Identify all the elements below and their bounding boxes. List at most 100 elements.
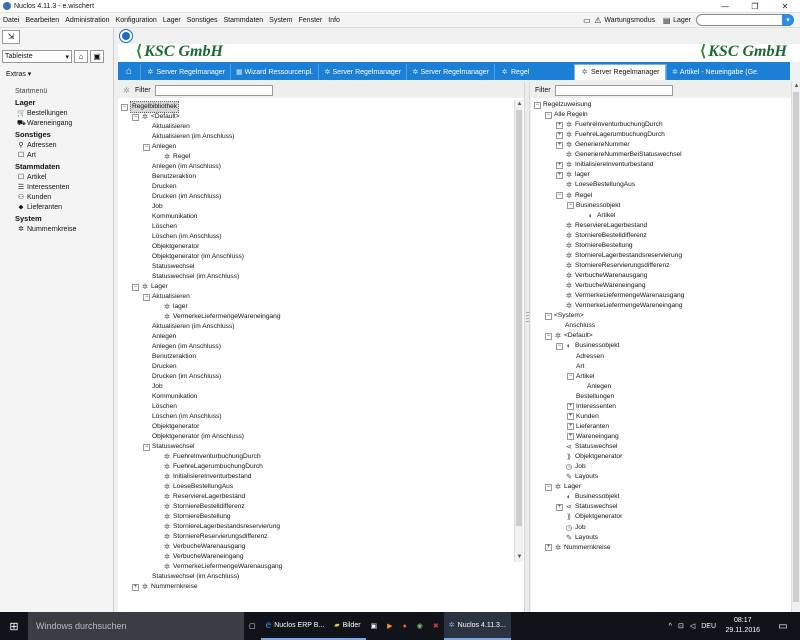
tab-4[interactable]: ✲ Regel bbox=[494, 64, 574, 80]
volume-icon[interactable]: ◁ bbox=[690, 622, 695, 630]
expand-icon[interactable]: + bbox=[556, 121, 563, 129]
tree-node[interactable]: + Kunden bbox=[567, 412, 599, 422]
collapse-icon[interactable]: − bbox=[143, 443, 150, 451]
tree-node[interactable]: Objektgenerator (im Anschluss) bbox=[143, 432, 244, 442]
tree-node[interactable]: − Businessobjekt bbox=[567, 201, 620, 211]
tree-node[interactable]: Bestellungen bbox=[567, 392, 614, 402]
task-view-button[interactable]: ▢ bbox=[244, 612, 261, 640]
tree-node[interactable]: − ✲ <Default> bbox=[132, 112, 180, 122]
tree-node[interactable]: ⟫ Objektgenerator bbox=[556, 452, 622, 462]
tree-node[interactable]: Benutzeraktion bbox=[143, 172, 196, 182]
network-icon[interactable]: ⊡ bbox=[678, 622, 684, 630]
tree-node[interactable]: − ✲ <Default> bbox=[545, 331, 593, 341]
tree-node[interactable]: − <System> bbox=[545, 311, 584, 321]
menu-system[interactable]: System bbox=[266, 17, 295, 24]
tree-node[interactable]: − ✲ Lager bbox=[545, 482, 581, 492]
home-tab-button[interactable]: ⌂ bbox=[118, 62, 140, 80]
tree-node[interactable]: Drucken bbox=[143, 362, 177, 372]
expand-icon[interactable]: + bbox=[567, 423, 574, 431]
tree-node[interactable]: + ✲ lager bbox=[556, 170, 590, 180]
maintenance-toggle[interactable]: ▭ ⚠ Wartungsmodus bbox=[580, 16, 657, 25]
rule-assignment-filter-input[interactable] bbox=[554, 84, 673, 96]
tree-node[interactable]: ✲ FuehreLagerumbuchungDurch bbox=[154, 462, 263, 472]
tree-node[interactable]: Benutzeraktion bbox=[143, 352, 196, 362]
warehouse-indicator[interactable]: ▤ Lager bbox=[660, 16, 693, 25]
windows-start-button[interactable]: ⊞ bbox=[0, 612, 28, 640]
tree-node[interactable]: − Regelbibliothek bbox=[121, 101, 180, 113]
tree-node[interactable]: Aktualisieren bbox=[143, 122, 190, 132]
panel-splitter[interactable] bbox=[524, 82, 530, 612]
scrollbar-thumb[interactable] bbox=[516, 110, 522, 526]
tree-node[interactable]: Löschen bbox=[143, 402, 177, 412]
menu-datei[interactable]: Datei bbox=[0, 17, 22, 24]
global-search-input[interactable]: ▾ bbox=[696, 14, 794, 26]
tab-6[interactable]: ✲ Artikel - Neueingabe (Ge... bbox=[666, 64, 758, 80]
tab-0[interactable]: ✲ Server Regelmanager bbox=[140, 64, 230, 80]
tree-node[interactable]: Anlegen (im Anschluss) bbox=[143, 342, 221, 352]
expand-icon[interactable]: + bbox=[556, 171, 563, 179]
collapse-icon[interactable]: − bbox=[556, 192, 563, 200]
collapse-icon[interactable]: − bbox=[143, 143, 150, 151]
tree-node[interactable]: Löschen bbox=[143, 222, 177, 232]
tab-5[interactable]: ✲ Server Regelmanager bbox=[574, 64, 666, 80]
scroll-up-icon[interactable]: ▲ bbox=[515, 100, 524, 109]
minimize-button[interactable]: — bbox=[710, 0, 740, 13]
collapse-icon[interactable]: − bbox=[545, 332, 552, 340]
taskbar-app-bilder[interactable]: ▰ Bilder bbox=[329, 612, 366, 640]
tree-node[interactable]: ✲ GeneriereNummerBeiStatuswechsel bbox=[556, 150, 682, 160]
tree-node[interactable]: ◐ Artikel bbox=[578, 211, 616, 221]
taskbar-app-nuclos-erp[interactable]: e Nuclos ERP B... bbox=[260, 612, 330, 640]
tree-node[interactable]: + ✲ GeneriereNummer bbox=[556, 140, 630, 150]
nuclos-window-icon[interactable] bbox=[120, 30, 132, 42]
tree-node[interactable]: + ✲ FuehreInventurbuchungDurch bbox=[556, 120, 663, 130]
expand-icon[interactable]: + bbox=[556, 131, 563, 139]
tree-node[interactable]: + ✲ FuehreLagerumbuchungDurch bbox=[556, 130, 665, 140]
menu-info[interactable]: Info bbox=[325, 17, 343, 24]
tree-node[interactable]: Job bbox=[143, 382, 163, 392]
scrollbar-thumb[interactable] bbox=[793, 92, 799, 602]
collapse-icon[interactable]: − bbox=[121, 103, 128, 111]
start-menu-item-wareneingang[interactable]: ⛟ Wareneingang bbox=[3, 118, 111, 128]
tree-node[interactable]: + ✲ InitialisiereInventurbestand bbox=[556, 160, 653, 170]
tree-node[interactable]: − ✲ Lager bbox=[132, 282, 168, 292]
expand-icon[interactable]: + bbox=[556, 503, 563, 511]
sidebar-pin-button[interactable]: ⇲ bbox=[2, 30, 20, 44]
tree-node[interactable]: Art bbox=[567, 362, 584, 372]
collapse-icon[interactable]: − bbox=[143, 293, 150, 301]
menu-lager[interactable]: Lager bbox=[160, 17, 184, 24]
tree-node[interactable]: ✎ Layouts bbox=[556, 472, 598, 482]
tree-node[interactable]: + Interessenten bbox=[567, 402, 616, 412]
tab-3[interactable]: ✲ Server Regelmanager bbox=[406, 64, 494, 80]
tree-node[interactable]: + Lieferanten bbox=[567, 422, 609, 432]
collapse-icon[interactable]: − bbox=[545, 312, 552, 320]
collapse-icon[interactable]: − bbox=[132, 113, 139, 121]
tree-node[interactable]: Aktualisieren (im Anschluss) bbox=[143, 132, 234, 142]
collapse-icon[interactable]: − bbox=[567, 373, 574, 381]
tree-node[interactable]: − ✲ Regel bbox=[556, 191, 592, 201]
notification-center-button[interactable]: ▭ bbox=[768, 612, 798, 640]
tree-node[interactable]: + ✲ Nummernkreise bbox=[545, 543, 611, 553]
expand-icon[interactable]: + bbox=[567, 413, 574, 421]
tree-node[interactable]: − Statuswechsel bbox=[143, 442, 195, 452]
rule-assignment-scrollbar[interactable]: ▲ bbox=[791, 82, 800, 612]
tree-node[interactable]: ✲ LoeseBestellungAus bbox=[154, 482, 233, 492]
tree-node[interactable]: Aktualisieren (im Anschluss) bbox=[143, 322, 234, 332]
expand-icon[interactable]: + bbox=[132, 583, 139, 591]
tree-node[interactable]: Kommunikation bbox=[143, 392, 197, 402]
maximize-button[interactable]: ❐ bbox=[740, 0, 770, 13]
taskbar-tool-button[interactable]: ✖ bbox=[428, 612, 444, 640]
taskbar-firefox-button[interactable]: ● bbox=[398, 612, 412, 640]
tab-1[interactable]: ▦ Wizard Ressourcenpl. bbox=[230, 64, 318, 80]
menu-administration[interactable]: Administration bbox=[62, 17, 112, 24]
expand-icon[interactable]: + bbox=[556, 141, 563, 149]
tree-node[interactable]: ◐ Businessobjekt bbox=[556, 492, 620, 502]
tree-node[interactable]: − Regelzuweisung bbox=[534, 100, 591, 110]
tree-node[interactable]: Adressen bbox=[567, 352, 604, 362]
tree-node[interactable]: ✲ VerbucheWareneingang bbox=[556, 281, 646, 291]
expand-icon[interactable]: + bbox=[556, 161, 563, 169]
expand-icon[interactable]: + bbox=[567, 433, 574, 441]
tree-node[interactable]: Kommunikation bbox=[143, 212, 197, 222]
tree-node[interactable]: ✎ Layouts bbox=[556, 533, 598, 543]
tree-node[interactable]: ⟫ Objektgenerator bbox=[556, 512, 622, 522]
tree-node[interactable]: ✲ VermerkeLiefermengeWarenausgang bbox=[556, 291, 685, 301]
